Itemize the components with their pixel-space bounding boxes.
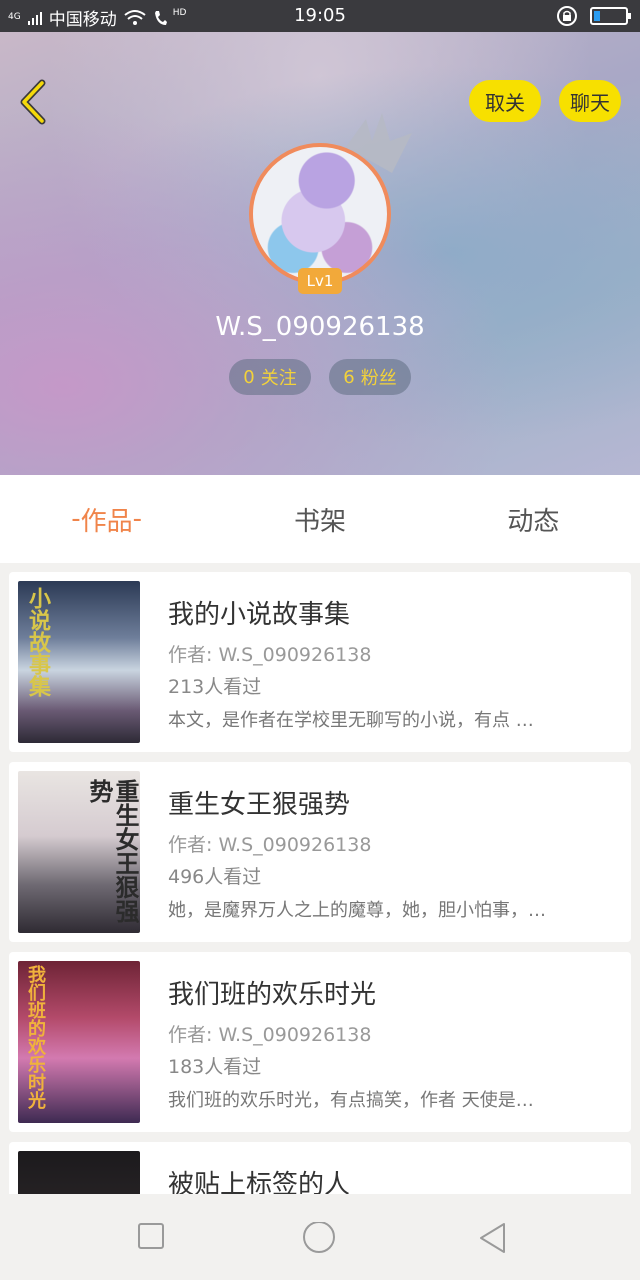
work-card[interactable]: 重生女王狠强势 重生女王狠强势 作者: W.S_090926138 496人看过… (9, 762, 631, 942)
cover-text: 小说故事集 (25, 587, 50, 697)
cover-text: 我们班的欢乐时光 (25, 965, 46, 1109)
work-author: 作者: W.S_090926138 (168, 834, 372, 856)
following-count: 0 (243, 366, 255, 388)
battery-icon (590, 7, 631, 25)
status-bar: 4G 中国移动 HD 19:05 (0, 0, 640, 32)
fans-label: 粉丝 (360, 368, 397, 389)
work-views: 496人看过 (168, 866, 262, 888)
tab-bookshelf[interactable]: 书架 (213, 475, 426, 563)
triangle-back-icon[interactable] (478, 1222, 508, 1254)
profile-header: 取关 聊天 Lv1 W.S_090926138 0 关注 6 粉丝 (0, 32, 640, 475)
work-title: 被贴上标签的人 (168, 1170, 351, 1194)
tab-works[interactable]: 作品 (0, 475, 213, 563)
following-stat[interactable]: 0 关注 (229, 359, 311, 395)
book-cover: 我们班的欢乐时光 (18, 961, 140, 1123)
work-title: 重生女王狠强势 (168, 790, 351, 820)
status-right (556, 5, 631, 27)
chevron-left-icon[interactable] (14, 77, 54, 127)
book-cover: 小说故事集 (18, 581, 140, 743)
unfollow-button[interactable]: 取关 (469, 80, 541, 122)
work-author: 作者: W.S_090926138 (168, 644, 372, 666)
work-card[interactable]: 我们班的欢乐时光 我们班的欢乐时光 作者: W.S_090926138 183人… (9, 952, 631, 1132)
rotation-lock-icon (557, 6, 577, 26)
work-desc: 本文，是作者在学校里无聊写的小说，有点 … (168, 710, 534, 731)
book-cover: 重生女王狠强势 (18, 771, 140, 933)
work-desc: 我们班的欢乐时光，有点搞笑，作者 天使是… (168, 1090, 534, 1111)
following-label: 关注 (260, 368, 297, 389)
system-nav-bar (0, 1194, 640, 1280)
circle-icon[interactable] (302, 1222, 336, 1256)
work-desc: 她，是魔界万人之上的魔尊，她，胆小怕事，… (168, 900, 546, 921)
work-views: 183人看过 (168, 1056, 262, 1078)
profile-tabs: 作品 书架 动态 (0, 475, 640, 563)
work-title: 我们班的欢乐时光 (168, 980, 377, 1010)
work-author: 作者: W.S_090926138 (168, 1024, 372, 1046)
cover-text: 重生女王狠强势 (85, 779, 139, 923)
fans-stat[interactable]: 6 粉丝 (329, 359, 411, 395)
clock: 19:05 (294, 5, 346, 26)
work-title: 我的小说故事集 (168, 600, 351, 630)
work-card[interactable]: 被贴上标签的人 (9, 1142, 631, 1194)
work-views: 213人看过 (168, 676, 262, 698)
square-icon[interactable] (137, 1222, 165, 1250)
book-cover (18, 1151, 140, 1194)
tab-activity[interactable]: 动态 (427, 475, 640, 563)
chat-button[interactable]: 聊天 (559, 80, 621, 122)
avatar[interactable] (249, 143, 391, 285)
fans-count: 6 (343, 366, 355, 388)
username: W.S_090926138 (215, 312, 425, 342)
level-badge: Lv1 (298, 268, 342, 294)
works-list: 小说故事集 我的小说故事集 作者: W.S_090926138 213人看过 本… (9, 572, 631, 1194)
work-card[interactable]: 小说故事集 我的小说故事集 作者: W.S_090926138 213人看过 本… (9, 572, 631, 752)
